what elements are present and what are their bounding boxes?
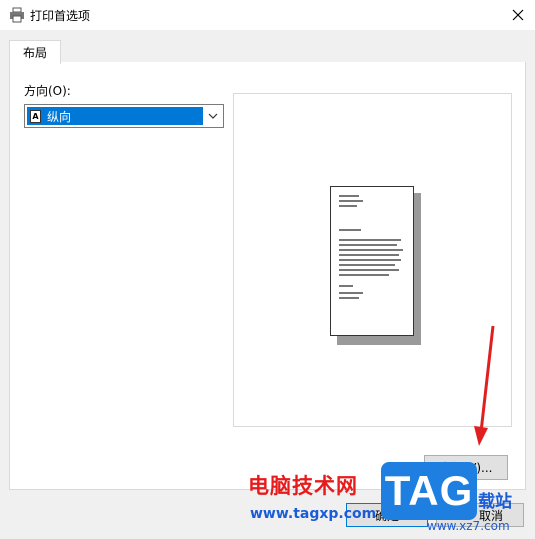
red-annotation-arrow: [474, 325, 495, 446]
watermark-url: www.tagxp.com: [250, 506, 377, 522]
watermark-logo: TAG: [381, 462, 477, 520]
watermark-url-secondary: www.xz7.com: [427, 519, 510, 533]
watermark-tagline: 载站: [478, 492, 512, 512]
watermark-site-name: 电脑技术网: [248, 474, 358, 498]
